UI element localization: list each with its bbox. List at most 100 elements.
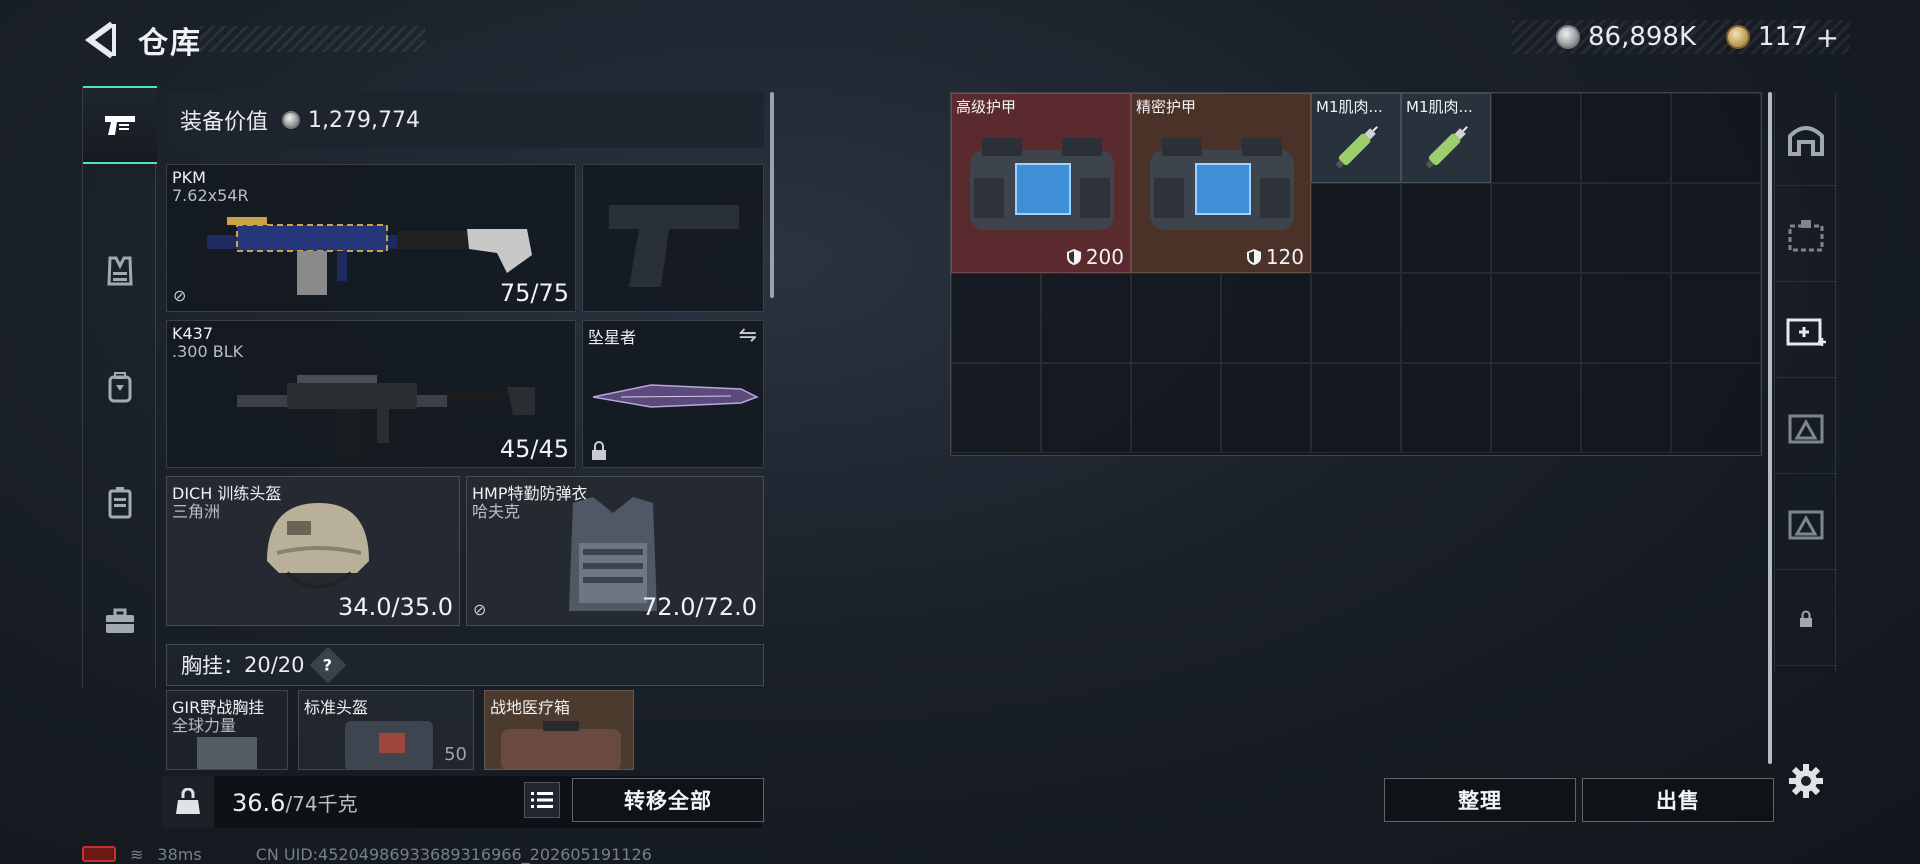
add-gold-button[interactable]: + (1816, 21, 1839, 54)
storage-cell[interactable] (1401, 183, 1491, 273)
storage-item[interactable]: 高级护甲 200 (951, 93, 1131, 273)
storage-cell[interactable] (1671, 93, 1761, 183)
syringe-icon (1425, 126, 1468, 169)
no-insure-icon: ⊘ (473, 600, 487, 619)
transfer-all-button[interactable]: 转移全部 (572, 778, 764, 822)
storage-cell[interactable] (1671, 363, 1761, 453)
pistol-icon (105, 116, 135, 135)
nav-locked-slot[interactable] (1775, 572, 1837, 666)
primary-weapon-ammo: 75/75 (499, 279, 569, 307)
nav-chest-rig[interactable] (83, 464, 157, 542)
nav-expand-storage-2[interactable] (1775, 476, 1837, 570)
storage-cell[interactable] (1401, 273, 1491, 363)
storage-cell[interactable] (1311, 183, 1401, 273)
storage-cell[interactable] (1491, 93, 1581, 183)
vest-icon (107, 256, 133, 286)
armor-rating: 200 (1066, 245, 1124, 269)
storage-item[interactable]: M1肌肉... (1311, 93, 1401, 183)
nav-weapons[interactable] (83, 86, 157, 164)
storage-item-name: 精密护甲 (1136, 98, 1197, 116)
storage-cell[interactable] (1041, 363, 1131, 453)
weight-text: 36.6/74千克 (232, 788, 358, 817)
pkm-rifle-icon (207, 217, 532, 295)
expand-storage-icon (1788, 510, 1824, 539)
organize-button[interactable]: 整理 (1384, 778, 1576, 822)
storage-cell[interactable] (951, 273, 1041, 363)
left-category-nav (82, 86, 157, 688)
helmet-brand: 三角洲 (172, 502, 221, 521)
melee-name: 坠星者 (588, 328, 637, 347)
page-title: 仓库 (138, 26, 202, 61)
secondary-weapon-name: K437 (172, 324, 214, 343)
storage-cell[interactable] (1401, 363, 1491, 453)
storage-cell[interactable] (1671, 183, 1761, 273)
gold-coin-icon (1726, 25, 1751, 49)
chest-item-medkit[interactable]: 战地医疗箱 (484, 690, 634, 770)
nav-backpack[interactable] (83, 348, 157, 426)
swap-icon[interactable]: ⇋ (739, 323, 757, 348)
nav-supplies[interactable] (83, 582, 157, 660)
list-view-button[interactable] (524, 782, 560, 818)
storage-cell[interactable] (1491, 273, 1581, 363)
chest-rig-label: 胸挂： (181, 654, 244, 678)
storage-grid: 高级护甲 200 精密护甲 120 M1肌肉... M1肌肉... (950, 92, 1762, 456)
storage-cell[interactable] (951, 363, 1041, 453)
equipment-value-amount: 1,279,774 (308, 107, 420, 133)
storage-cell[interactable] (1311, 273, 1401, 363)
storage-item[interactable]: 精密护甲 120 (1131, 93, 1311, 273)
knife-icon (592, 384, 759, 408)
primary-weapon-slot[interactable]: PKM 7.62x54R ⊘ 75/75 (166, 164, 576, 312)
nav-storage-box[interactable] (1775, 188, 1837, 282)
storage-cell[interactable] (1311, 363, 1401, 453)
sidearm-slot-empty[interactable] (582, 164, 764, 312)
storage-item[interactable]: M1肌肉... (1401, 93, 1491, 183)
secondary-weapon-slot[interactable]: K437 .300 BLK 45/45 (166, 320, 576, 468)
nav-warehouse[interactable] (1775, 92, 1837, 186)
secondary-weapon-ammo: 45/45 (499, 435, 569, 463)
warehouse-icon (1788, 125, 1824, 156)
chest-rig-capacity: 20/20 (244, 653, 305, 677)
storage-item-name: M1肌肉... (1316, 98, 1383, 116)
storage-cell[interactable] (1041, 273, 1131, 363)
nav-add-storage[interactable] (1775, 284, 1837, 378)
chest-item-rig[interactable]: GIR野战胸挂 全球力量 (166, 690, 288, 770)
armor-slot[interactable]: HMP特勤防弹衣 哈夫克 ⊘ 72.0/72.0 (466, 476, 764, 626)
chest-item-value: 50 (444, 744, 467, 765)
sell-button[interactable]: 出售 (1582, 778, 1774, 822)
chest-item-helmet[interactable]: 标准头盔 50 (298, 690, 474, 770)
nav-armor[interactable] (83, 232, 157, 310)
weight-max: /74千克 (285, 791, 358, 816)
storage-item-name: 高级护甲 (956, 98, 1017, 116)
settings-gear-icon[interactable] (1787, 762, 1825, 800)
storage-cell[interactable] (1581, 183, 1671, 273)
melee-slot[interactable]: 坠星者 ⇋ (582, 320, 764, 468)
storage-cell[interactable] (1581, 363, 1671, 453)
ping-text: 38ms (157, 844, 202, 864)
storage-cell[interactable] (1491, 363, 1581, 453)
shield-icon (1066, 249, 1081, 265)
nav-expand-storage-1[interactable] (1775, 380, 1837, 474)
storage-cell[interactable] (1221, 363, 1311, 453)
syringe-icon (1335, 126, 1378, 169)
storage-cell[interactable] (1581, 273, 1671, 363)
storage-cell[interactable] (1221, 273, 1311, 363)
pistol-silhouette-icon (609, 205, 739, 287)
storage-cell[interactable] (1581, 93, 1671, 183)
loadout-scrollbar[interactable] (770, 92, 774, 298)
storage-cell[interactable] (1491, 183, 1581, 273)
shield-icon (1246, 249, 1261, 265)
storage-scrollbar[interactable] (1768, 92, 1772, 764)
k437-rifle-icon (237, 375, 535, 455)
toolbox-icon (106, 608, 134, 633)
armor-durability: 72.0/72.0 (642, 593, 757, 621)
no-insure-icon: ⊘ (173, 286, 187, 305)
back-arrow-icon[interactable] (82, 20, 118, 60)
storage-cell[interactable] (1131, 273, 1221, 363)
storage-cell[interactable] (1671, 273, 1761, 363)
helmet-slot[interactable]: DICH 训练头盔 三角洲 34.0/35.0 (166, 476, 460, 626)
help-button[interactable]: ? (309, 646, 346, 684)
kettlebell-icon (176, 788, 200, 814)
uid-text: CN UID:4520498693368931696​6_20260519112… (255, 844, 652, 864)
lock-icon (592, 441, 606, 460)
storage-cell[interactable] (1131, 363, 1221, 453)
